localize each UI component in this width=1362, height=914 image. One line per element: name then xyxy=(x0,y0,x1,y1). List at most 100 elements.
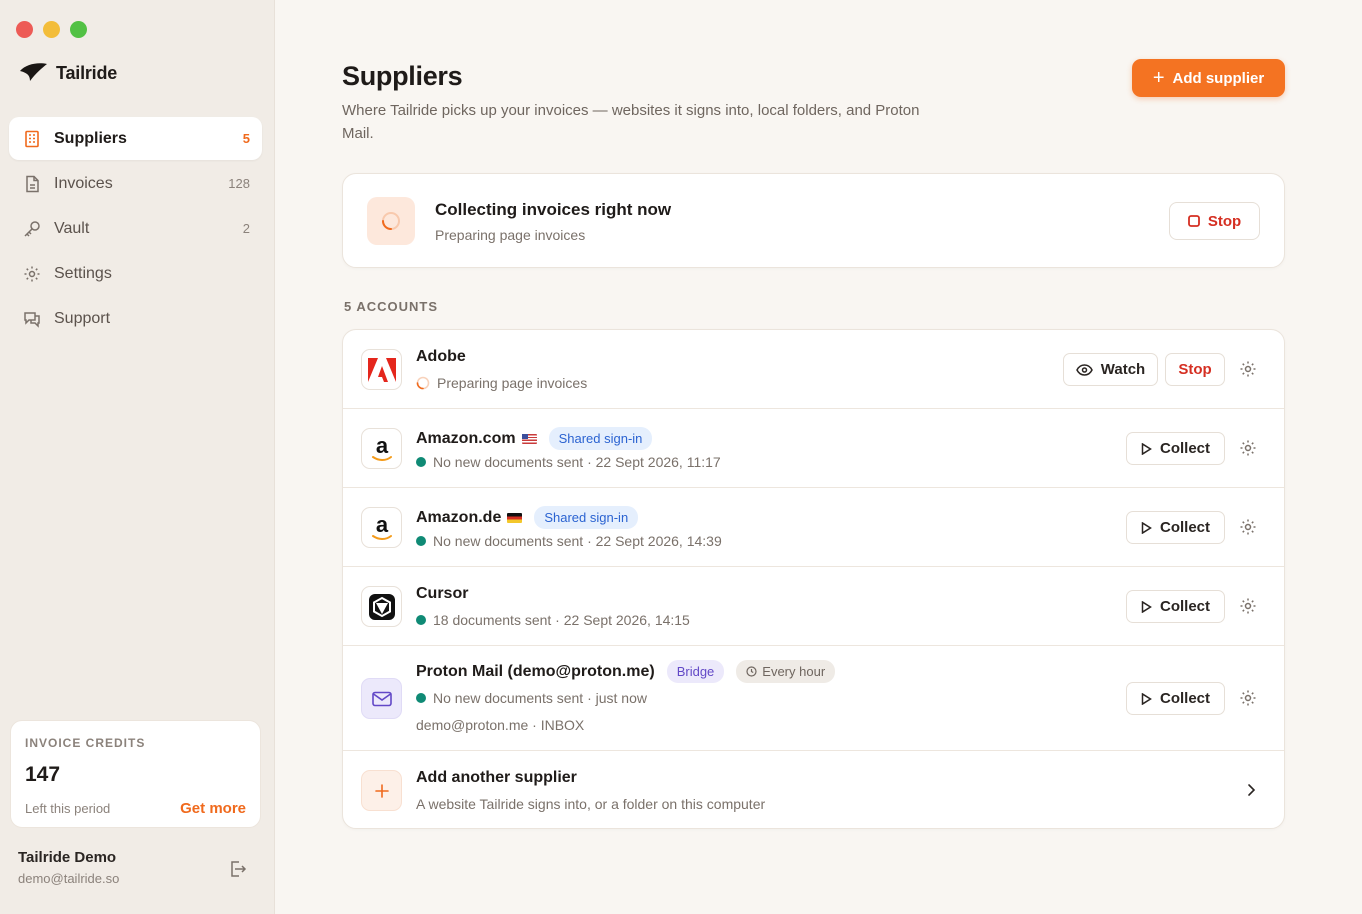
cursor-logo-icon xyxy=(361,586,402,627)
account-settings-gear-icon[interactable] xyxy=(1239,439,1257,457)
stop-collecting-button[interactable]: Stop xyxy=(1169,202,1260,240)
collect-button[interactable]: Collect xyxy=(1126,511,1225,544)
svg-text:a: a xyxy=(375,514,388,537)
collecting-subtitle: Preparing page invoices xyxy=(435,227,586,243)
account-name: Adobe xyxy=(416,348,466,365)
collect-label: Collect xyxy=(1159,440,1210,457)
chevron-right-icon xyxy=(1248,784,1256,796)
account-settings-gear-icon[interactable] xyxy=(1239,518,1257,536)
collecting-title: Collecting invoices right now xyxy=(435,200,672,219)
tailride-logo-icon xyxy=(20,63,47,81)
schedule-text: Every hour xyxy=(762,664,826,679)
watch-button[interactable]: Watch xyxy=(1063,353,1158,386)
add-another-subtitle: A website Tailride signs into, or a fold… xyxy=(416,796,766,812)
account-name: Cursor xyxy=(416,585,469,602)
sidebar-item-suppliers[interactable]: Suppliers 5 xyxy=(9,117,262,160)
sign-out-icon[interactable] xyxy=(227,859,247,879)
account-row-adobe[interactable]: Adobe Preparing page invoices Watch Stop xyxy=(343,330,1284,409)
account-title: Proton Mail (demo@proton.me) Bridge Ever… xyxy=(416,660,836,683)
credits-subtitle: Left this period xyxy=(25,801,111,816)
sidebar-item-count: 128 xyxy=(228,176,250,191)
adobe-logo-icon xyxy=(361,349,402,390)
account-name: Proton Mail (demo@proton.me) xyxy=(416,662,655,680)
add-another-supplier-row[interactable]: Add another supplier A website Tailride … xyxy=(343,751,1284,828)
account-row-amazon-com[interactable]: a Amazon.com Shared sign-in No new docum… xyxy=(343,409,1284,488)
credits-value: 147 xyxy=(25,763,61,786)
user-email: demo@tailride.so xyxy=(18,871,120,886)
stop-label: Stop xyxy=(1178,361,1212,378)
status-dot xyxy=(416,615,426,625)
brand: Tailride xyxy=(18,61,117,85)
spinner-icon xyxy=(367,197,415,245)
stop-icon xyxy=(1187,215,1200,227)
status-dot xyxy=(416,457,426,467)
account-settings-gear-icon[interactable] xyxy=(1239,360,1257,378)
page-title: Suppliers xyxy=(342,61,463,91)
sidebar-nav: Suppliers 5 Invoices 128 Vault 2 Setting… xyxy=(9,117,262,342)
credits-title: INVOICE CREDITS xyxy=(25,736,146,750)
sidebar-item-label: Suppliers xyxy=(54,129,127,147)
play-icon xyxy=(1141,442,1152,455)
account-settings-gear-icon[interactable] xyxy=(1239,597,1257,615)
zoom-window-button[interactable] xyxy=(70,21,87,38)
shared-sign-in-badge: Shared sign-in xyxy=(548,427,653,450)
account-status-text: No new documents sent · 22 Sept 2026, 11… xyxy=(433,454,721,470)
status-dot xyxy=(416,693,426,703)
sidebar-item-count: 5 xyxy=(242,131,250,146)
get-more-link[interactable]: Get more xyxy=(180,800,246,817)
plus-icon: + xyxy=(1152,67,1165,89)
account-status-text: No new documents sent · just now xyxy=(433,690,647,706)
sidebar-item-support[interactable]: Support xyxy=(9,297,262,340)
gear-icon xyxy=(22,264,42,284)
collecting-status-card: Collecting invoices right now Preparing … xyxy=(342,173,1285,268)
account-status: No new documents sent · 22 Sept 2026, 11… xyxy=(416,454,721,470)
close-window-button[interactable] xyxy=(16,21,33,38)
status-dot xyxy=(416,536,426,546)
sidebar: Tailride Suppliers 5 Invoices 128 Vault … xyxy=(0,0,275,914)
account-row-amazon-de[interactable]: a Amazon.de Shared sign-in No new docume… xyxy=(343,488,1284,567)
account-row-proton-mail[interactable]: Proton Mail (demo@proton.me) Bridge Ever… xyxy=(343,646,1284,751)
sidebar-item-label: Vault xyxy=(54,219,90,237)
play-icon xyxy=(1141,600,1152,613)
minimize-window-button[interactable] xyxy=(43,21,60,38)
page-subtitle: Where Tailride picks up your invoices — … xyxy=(342,102,920,142)
account-detail: demo@proton.me · INBOX xyxy=(416,717,585,733)
us-flag-icon xyxy=(521,433,537,444)
amazon-logo-icon: a xyxy=(361,507,402,548)
account-settings-gear-icon[interactable] xyxy=(1239,689,1257,707)
user-name: Tailride Demo xyxy=(18,849,117,866)
account-name: Amazon.de xyxy=(416,508,502,526)
collect-button[interactable]: Collect xyxy=(1126,682,1225,715)
document-icon xyxy=(22,174,42,194)
invoice-credits-card: INVOICE CREDITS 147 Left this period Get… xyxy=(10,720,261,828)
collect-button[interactable]: Collect xyxy=(1126,590,1225,623)
main-content: Suppliers Where Tailride picks up your i… xyxy=(275,0,1362,914)
accounts-count-label: 5 ACCOUNTS xyxy=(344,299,439,314)
collect-label: Collect xyxy=(1159,598,1210,615)
shared-sign-in-badge: Shared sign-in xyxy=(534,506,639,529)
spinner-icon xyxy=(416,376,430,390)
play-icon xyxy=(1141,692,1152,705)
plus-icon xyxy=(361,770,402,811)
account-name: Amazon.com xyxy=(416,429,516,447)
account-status-text: Preparing page invoices xyxy=(437,375,588,391)
collect-button[interactable]: Collect xyxy=(1126,432,1225,465)
account-status: No new documents sent · 22 Sept 2026, 14… xyxy=(416,533,722,549)
account-row-cursor[interactable]: Cursor 18 documents sent · 22 Sept 2026,… xyxy=(343,567,1284,646)
sidebar-item-label: Invoices xyxy=(54,174,113,192)
account-status-text: No new documents sent · 22 Sept 2026, 14… xyxy=(433,533,722,549)
clock-icon xyxy=(746,666,757,677)
window-controls xyxy=(16,21,87,38)
collect-label: Collect xyxy=(1159,690,1210,707)
amazon-logo-icon: a xyxy=(361,428,402,469)
sidebar-item-invoices[interactable]: Invoices 128 xyxy=(9,162,262,205)
sidebar-item-vault[interactable]: Vault 2 xyxy=(9,207,262,250)
sidebar-item-settings[interactable]: Settings xyxy=(9,252,262,295)
building-icon xyxy=(22,129,42,149)
sidebar-item-count: 2 xyxy=(242,221,250,236)
sidebar-item-label: Settings xyxy=(54,264,112,282)
add-supplier-button[interactable]: + Add supplier xyxy=(1132,59,1285,97)
add-supplier-label: Add supplier xyxy=(1172,69,1265,87)
account-status: No new documents sent · just now xyxy=(416,690,647,706)
stop-button[interactable]: Stop xyxy=(1165,353,1225,386)
